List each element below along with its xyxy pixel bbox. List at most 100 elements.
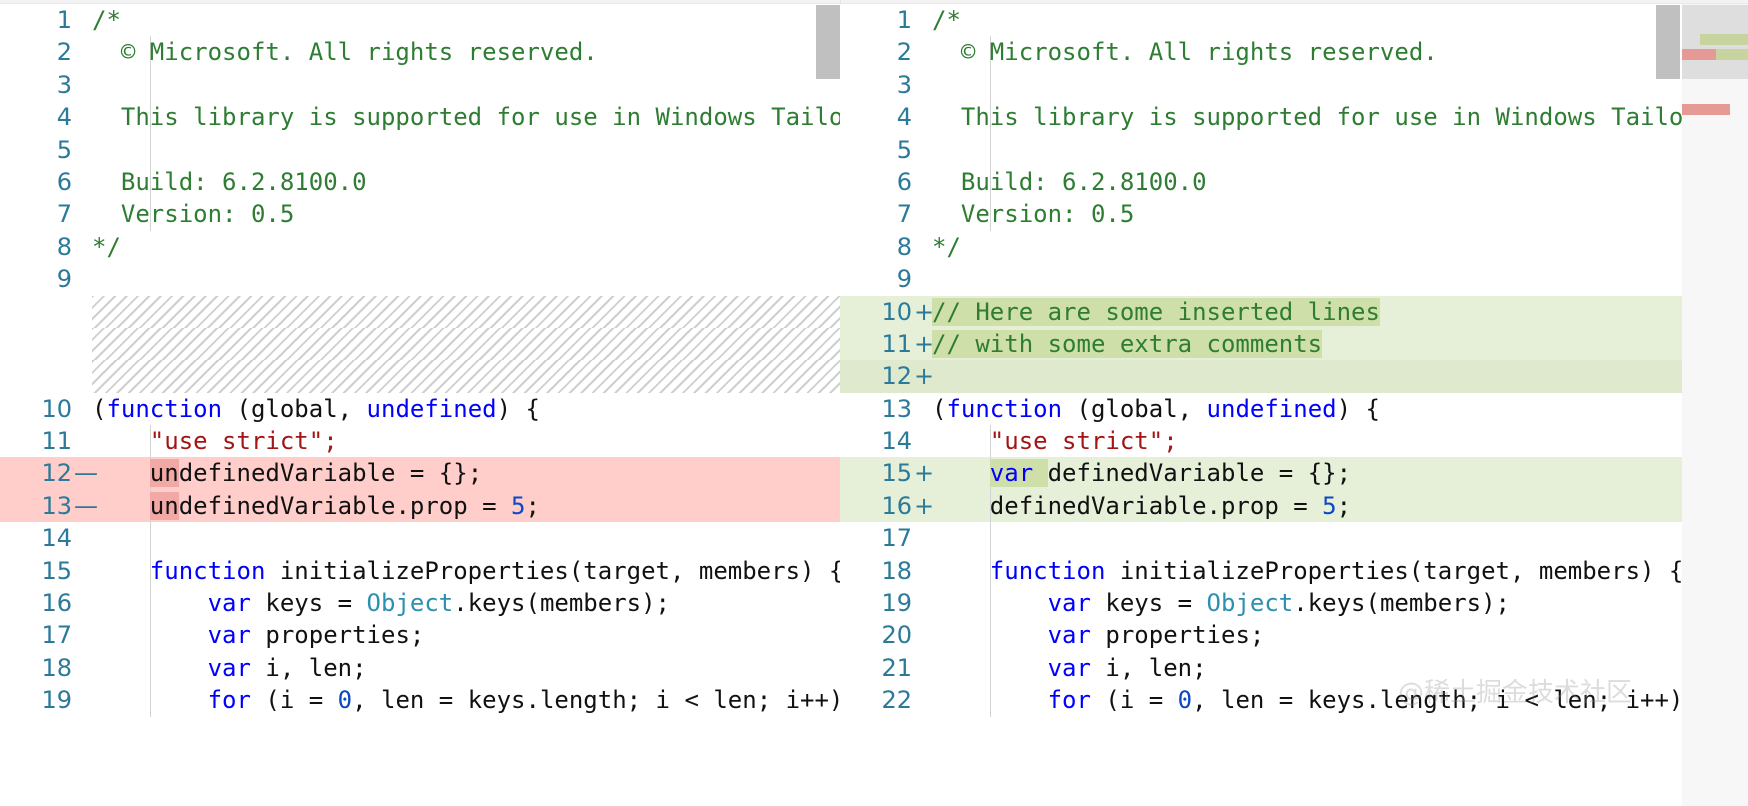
code-line-row[interactable]: 8 */ (840, 231, 1748, 263)
code-line-row[interactable]: 4 This library is supported for use in W… (840, 101, 1748, 134)
original-pane-scrollbar[interactable] (816, 4, 840, 806)
overview-delete-mark[interactable] (1682, 49, 1716, 60)
line-number: 10 (881, 297, 912, 326)
code-line-row[interactable]: 14 (0, 522, 840, 555)
code-line-row[interactable]: 17 var properties; (0, 619, 840, 652)
line-number: 18 (41, 653, 72, 682)
code-line-row[interactable]: 16 var keys = Object.keys(members); (0, 587, 840, 620)
code-line-row[interactable]: 5 (840, 133, 1748, 166)
code-line-row[interactable]: 10 (function (global, undefined) { (0, 393, 840, 425)
changed-token (1033, 459, 1048, 488)
line-number: 3 (896, 70, 912, 99)
code-token: definedVariable = {}; (1047, 459, 1352, 488)
code-line-row[interactable]: 12— undefinedVariable = {}; (0, 457, 840, 490)
diff-filler-row (0, 295, 840, 328)
code-line-row[interactable]: 17 (840, 522, 1748, 555)
code-text: */ (92, 231, 840, 263)
diff-editor: 1/* 2 © Microsoft. All rights reserved. 3 4… (0, 0, 1748, 806)
code-line-row[interactable]: 11 +// with some extra comments (840, 327, 1748, 361)
code-token: "use strict"; (989, 427, 1178, 456)
code-line-row[interactable]: 3 (840, 68, 1748, 102)
code-line-row[interactable]: 21 var i, len; (840, 651, 1748, 685)
code-text: /* (932, 4, 1748, 36)
code-line-row[interactable]: 5 (0, 133, 840, 166)
line-number: 4 (896, 103, 912, 132)
code-token: .keys(members); (453, 589, 670, 618)
code-line-row[interactable]: 12 + (840, 360, 1748, 393)
line-number: 15 (881, 459, 912, 488)
code-token: keys = (1090, 589, 1207, 618)
code-line-row[interactable]: 19 for (i = 0, len = keys.length; i < le… (0, 684, 840, 717)
overview-insert-mark[interactable] (1716, 49, 1748, 60)
diff-filler-row (0, 360, 840, 393)
code-token: function (989, 556, 1106, 585)
modified-pane-scrollbar[interactable] (1656, 4, 1680, 806)
line-number: 8 (896, 232, 912, 261)
code-line-row[interactable]: 20 var properties; (840, 619, 1748, 652)
code-line-row[interactable]: 7 Version: 0.5 (0, 198, 840, 231)
code-text: Build: 6.2.8100.0 (92, 166, 840, 198)
code-text: function initializeProperties(target, me… (932, 555, 1748, 587)
code-text: Version: 0.5 (92, 198, 840, 230)
code-text: */ (932, 231, 1748, 263)
code-token: .keys(members); (1293, 589, 1510, 618)
code-line-row[interactable]: 4 This library is supported for use in W… (0, 101, 840, 134)
delete-marker: — (74, 491, 98, 520)
code-token: initializeProperties(target, members) { (265, 556, 840, 585)
code-token: for (1047, 686, 1091, 715)
original-pane-scrollbar-thumb[interactable] (816, 5, 840, 79)
code-line-row[interactable]: 10 +// Here are some inserted lines (840, 295, 1748, 328)
code-line-row[interactable]: 2 © Microsoft. All rights reserved. (840, 36, 1748, 69)
modified-pane-scrollbar-thumb[interactable] (1656, 5, 1680, 79)
code-line-row[interactable]: 1 /* (0, 4, 840, 36)
overview-insert-mark[interactable] (1700, 34, 1748, 45)
changed-token: var (989, 459, 1034, 488)
overview-delete-mark[interactable] (1682, 104, 1730, 115)
line-number: 2 (56, 38, 72, 67)
original-pane[interactable]: 1/* 2 © Microsoft. All rights reserved. 3 4… (0, 4, 840, 806)
code-line-row[interactable]: 16 + definedVariable.prop = 5; (840, 489, 1748, 523)
code-line-row[interactable]: 13 (function (global, undefined) { (840, 393, 1748, 425)
code-line-row[interactable]: 14 "use strict"; (840, 425, 1748, 458)
code-token: definedVariable.prop = (989, 491, 1323, 520)
code-token: 5 (511, 491, 526, 520)
code-line-row[interactable]: 3 (0, 68, 840, 102)
overview-ruler[interactable] (1682, 4, 1748, 806)
line-number: 16 (881, 491, 912, 520)
code-token: Object (1206, 589, 1294, 618)
code-line-row[interactable]: 1 /* (840, 4, 1748, 36)
code-line-row[interactable]: 18 function initializeProperties(target,… (840, 554, 1748, 588)
code-token: This library is supported for use in Win… (932, 103, 1684, 132)
code-line-row[interactable]: 9 (0, 263, 840, 295)
code-line-row[interactable]: 11 "use strict"; (0, 425, 840, 458)
code-line-row[interactable]: 6 Build: 6.2.8100.0 (840, 165, 1748, 199)
code-line-row[interactable]: 13— undefinedVariable.prop = 5; (0, 489, 840, 523)
code-token: ; (1336, 491, 1352, 520)
code-line-row[interactable]: 2 © Microsoft. All rights reserved. (0, 36, 840, 69)
line-number: 5 (896, 135, 912, 164)
code-text: © Microsoft. All rights reserved. (932, 36, 1748, 68)
code-line-row[interactable]: 18 var i, len; (0, 651, 840, 685)
line-number: 11 (881, 329, 912, 358)
code-token: ) { (496, 394, 540, 423)
code-line-row[interactable]: 22 for (i = 0, len = keys.length; i < le… (840, 684, 1748, 717)
line-number: 7 (896, 200, 912, 229)
code-line-row[interactable]: 15 + var definedVariable = {}; (840, 457, 1748, 490)
code-line-row[interactable]: 19 var keys = Object.keys(members); (840, 587, 1748, 620)
code-line-row[interactable]: 6 Build: 6.2.8100.0 (0, 165, 840, 199)
code-token: properties; (1090, 621, 1265, 650)
code-line-row[interactable]: 7 Version: 0.5 (840, 198, 1748, 231)
code-line-row[interactable]: 8 */ (0, 231, 840, 263)
code-token: i, len; (250, 653, 367, 682)
code-line-row[interactable]: 15 function initializeProperties(target,… (0, 554, 840, 588)
modified-pane[interactable]: 1/* 2 © Microsoft. All rights reserved. 3 4… (840, 4, 1748, 806)
code-line-row[interactable]: 9 (840, 263, 1748, 295)
code-token: var (207, 621, 251, 650)
code-token: function (946, 394, 1063, 423)
